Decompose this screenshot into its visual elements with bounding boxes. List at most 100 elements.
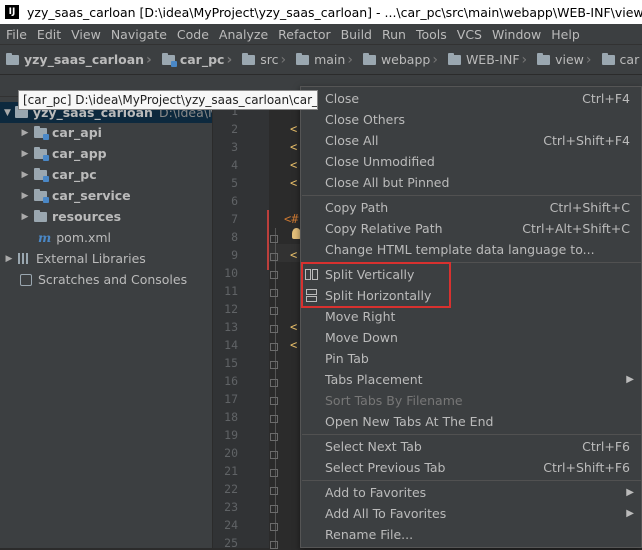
tree-item-car-pc[interactable]: ▶ car_pc xyxy=(20,164,97,185)
menu-edit[interactable]: Edit xyxy=(32,27,66,42)
menu-analyze[interactable]: Analyze xyxy=(214,27,273,42)
line-number: 23 xyxy=(224,500,238,514)
chevron-right-icon[interactable]: ▶ xyxy=(20,191,30,201)
tree-item-scratches[interactable]: Scratches and Consoles xyxy=(20,269,187,290)
menu-item-close-all-but-pinned[interactable]: Close All but Pinned xyxy=(301,172,641,193)
menu-item-move-down[interactable]: Move Down xyxy=(301,327,641,348)
menu-item-add-to-favorites[interactable]: Add to Favorites ▶ xyxy=(301,482,641,503)
menu-window[interactable]: Window xyxy=(487,27,546,42)
tree-item-label: car_app xyxy=(52,146,107,161)
menu-item-label: Close All but Pinned xyxy=(325,175,450,190)
menu-item-label: Move Right xyxy=(325,309,396,324)
chevron-right-icon: › xyxy=(432,51,438,68)
intellij-app-icon: IJ xyxy=(5,5,19,19)
menu-build[interactable]: Build xyxy=(336,27,377,42)
tree-item-resources[interactable]: ▶ resources xyxy=(20,206,122,227)
menu-item-close-all[interactable]: Close All Ctrl+Shift+F4 xyxy=(301,130,641,151)
breadcrumb-item-web-inf[interactable]: WEB-INF › xyxy=(442,52,531,68)
tree-item-pom[interactable]: m pom.xml xyxy=(38,227,111,248)
menu-item-label: Add to Favorites xyxy=(325,485,427,500)
fold-marker-icon[interactable] xyxy=(270,307,278,315)
breadcrumb-item-view[interactable]: view › xyxy=(531,52,595,68)
menu-item-open-new-tabs-at-end[interactable]: Open New Tabs At The End xyxy=(301,411,641,432)
menu-item-sort-tabs: Sort Tabs By Filename xyxy=(301,390,641,411)
library-icon xyxy=(18,253,30,264)
menu-item-label: Rename File... xyxy=(325,527,414,542)
tree-item-car-app[interactable]: ▶ car_app xyxy=(20,143,107,164)
fold-marker-icon[interactable] xyxy=(270,343,278,351)
chevron-right-icon: › xyxy=(226,51,233,68)
menu-view[interactable]: View xyxy=(66,27,106,42)
tree-item-car-service[interactable]: ▶ car_service xyxy=(20,185,131,206)
chevron-right-icon[interactable]: ▶ xyxy=(20,170,30,180)
line-number: 15 xyxy=(224,356,238,370)
fold-marker-icon[interactable] xyxy=(270,361,278,369)
line-number: 14 xyxy=(224,338,238,352)
menu-item-copy-relative-path[interactable]: Copy Relative Path Ctrl+Alt+Shift+C xyxy=(301,218,641,239)
fold-marker-icon[interactable] xyxy=(270,271,278,279)
menu-item-close-unmodified[interactable]: Close Unmodified xyxy=(301,151,641,172)
fold-marker-icon[interactable] xyxy=(270,253,278,261)
chevron-right-icon[interactable]: ▶ xyxy=(20,149,30,159)
fold-marker-icon[interactable] xyxy=(270,451,278,459)
menu-item-tabs-placement[interactable]: Tabs Placement ▶ xyxy=(301,369,641,390)
menu-item-change-template-language[interactable]: Change HTML template data language to... xyxy=(301,239,641,260)
menu-item-label: Move Down xyxy=(325,330,398,345)
line-number: 20 xyxy=(224,446,238,460)
menu-item-select-next-tab[interactable]: Select Next Tab Ctrl+F6 xyxy=(301,436,641,457)
folder-icon xyxy=(447,52,461,65)
menu-refactor[interactable]: Refactor xyxy=(273,27,335,42)
menu-item-select-previous-tab[interactable]: Select Previous Tab Ctrl+Shift+F6 xyxy=(301,457,641,478)
tree-item-label: resources xyxy=(52,209,122,224)
fold-marker-icon[interactable] xyxy=(270,523,278,531)
chevron-right-icon[interactable]: ▶ xyxy=(20,212,30,222)
breadcrumb-item-src[interactable]: src › xyxy=(236,52,290,68)
fold-marker-icon[interactable] xyxy=(270,379,278,387)
chevron-right-icon[interactable]: ▶ xyxy=(4,254,14,264)
menu-item-close-others[interactable]: Close Others xyxy=(301,109,641,130)
tree-item-external-libraries[interactable]: ▶ External Libraries xyxy=(4,248,146,269)
project-tree-panel: ▼ yzy_saas_carloan D:\idea\My ▶ car_api … xyxy=(0,97,212,548)
chevron-right-icon: › xyxy=(521,51,528,68)
menu-item-add-all-to-favorites[interactable]: Add All To Favorites ▶ xyxy=(301,503,641,524)
code-fragment: < xyxy=(290,248,298,262)
menu-item-move-right[interactable]: Move Right xyxy=(301,306,641,327)
menu-run[interactable]: Run xyxy=(377,27,411,42)
line-number: 22 xyxy=(224,482,238,496)
breadcrumb-item-car[interactable]: car › xyxy=(596,52,642,68)
menu-item-label: Tabs Placement xyxy=(325,372,423,387)
breadcrumb-item-main[interactable]: main › xyxy=(290,52,357,68)
line-number: 19 xyxy=(224,428,238,442)
fold-marker-icon[interactable] xyxy=(270,397,278,405)
menu-item-pin-tab[interactable]: Pin Tab xyxy=(301,348,641,369)
tree-item-label: car_api xyxy=(52,125,102,140)
menu-tools[interactable]: Tools xyxy=(411,27,452,42)
breadcrumb-item-webapp[interactable]: webapp › xyxy=(357,52,442,68)
menu-item-close[interactable]: Close Ctrl+F4 xyxy=(301,88,641,109)
menu-navigate[interactable]: Navigate xyxy=(106,27,172,42)
code-fragment: < xyxy=(290,320,298,334)
line-number: 4 xyxy=(231,158,238,172)
fold-marker-icon[interactable] xyxy=(270,235,278,243)
fold-marker-icon[interactable] xyxy=(270,433,278,441)
fold-marker-icon[interactable] xyxy=(270,289,278,297)
fold-marker-icon[interactable] xyxy=(270,487,278,495)
fold-marker-icon[interactable] xyxy=(270,469,278,477)
menu-item-rename-file[interactable]: Rename File... xyxy=(301,524,641,545)
chevron-right-icon[interactable]: ▶ xyxy=(20,128,30,138)
fold-marker-icon[interactable] xyxy=(270,505,278,513)
line-number: 7 xyxy=(231,212,238,226)
fold-marker-icon[interactable] xyxy=(270,325,278,333)
menu-item-copy-path[interactable]: Copy Path Ctrl+Shift+C xyxy=(301,197,641,218)
menu-file[interactable]: File xyxy=(0,27,32,42)
line-number: 16 xyxy=(224,374,238,388)
menu-vcs[interactable]: VCS xyxy=(452,27,487,42)
menu-item-label: Copy Relative Path xyxy=(325,221,443,236)
breadcrumb-item-module[interactable]: car_pc › xyxy=(156,52,236,68)
chevron-down-icon[interactable]: ▼ xyxy=(4,108,11,118)
breadcrumb-item-project[interactable]: yzy_saas_carloan › xyxy=(0,52,156,68)
fold-marker-icon[interactable] xyxy=(270,415,278,423)
tree-item-car-api[interactable]: ▶ car_api xyxy=(20,122,102,143)
menu-help[interactable]: Help xyxy=(546,27,585,42)
menu-code[interactable]: Code xyxy=(172,27,214,42)
